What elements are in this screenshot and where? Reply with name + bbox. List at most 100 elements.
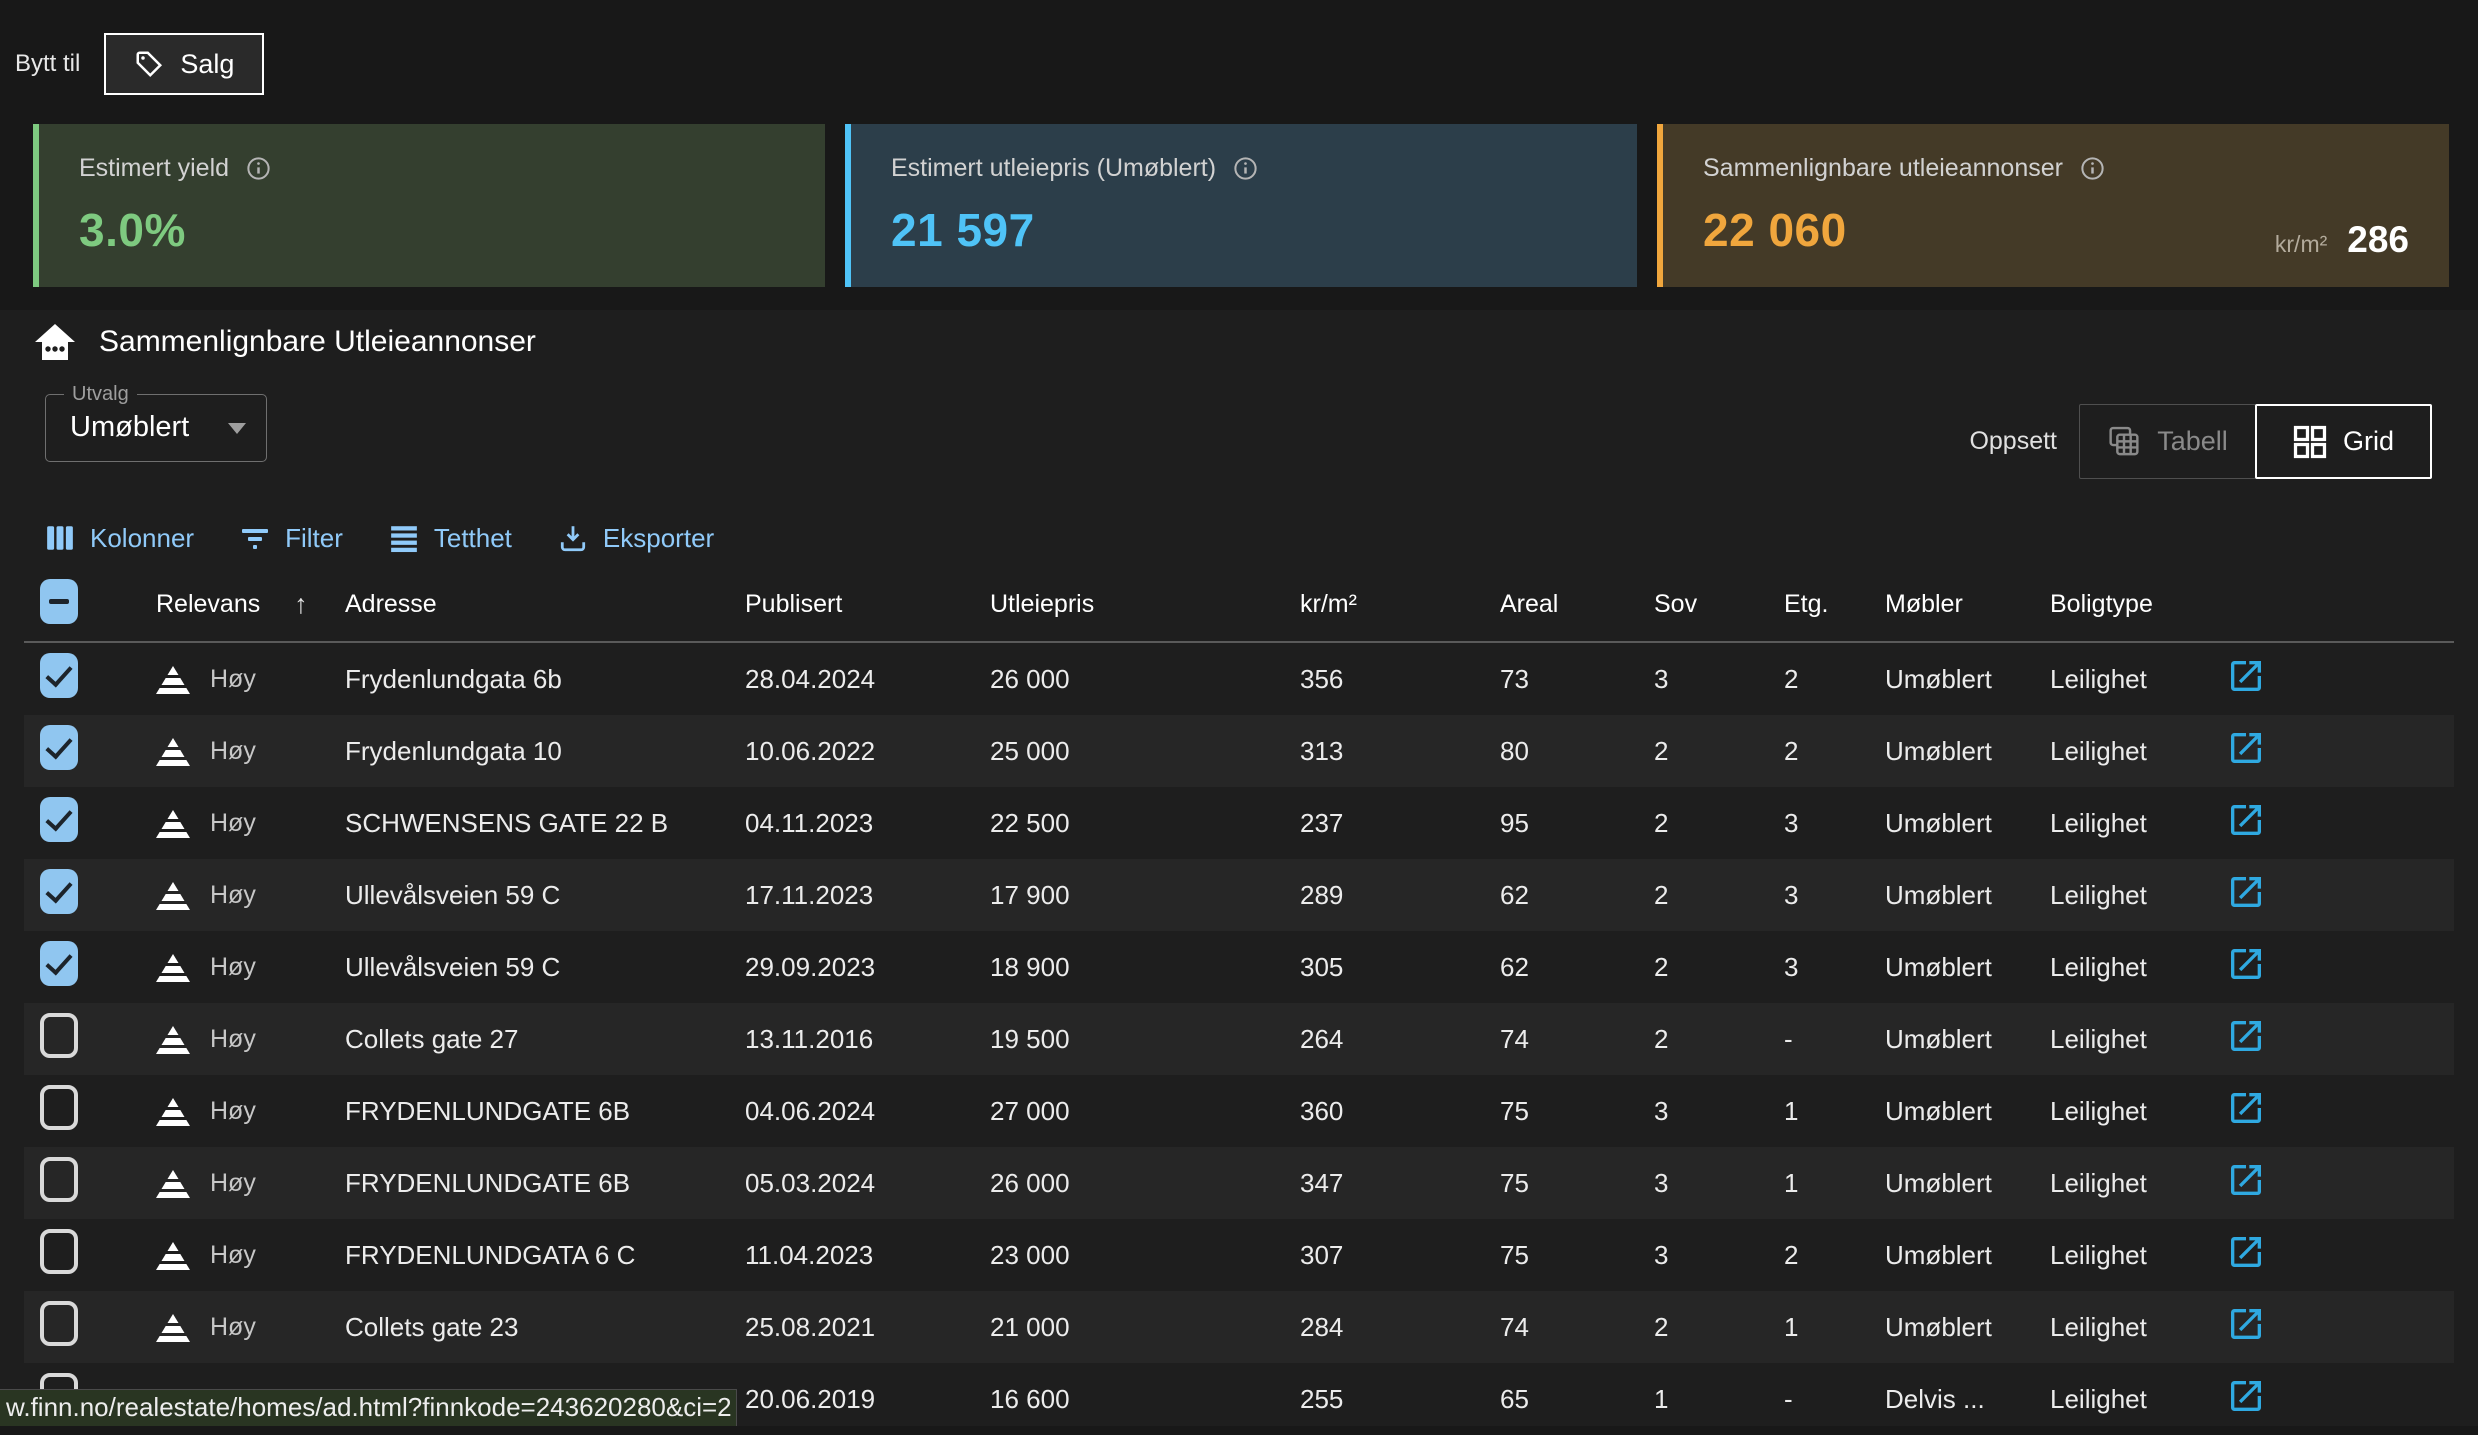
card-title: Estimert utleiepris (Umøblert) (891, 154, 1216, 183)
open-listing-icon[interactable] (2226, 944, 2266, 984)
row-checkbox[interactable] (40, 1085, 78, 1130)
cell-etg: 1 (1760, 1168, 1845, 1199)
select-all-checkbox[interactable] (40, 579, 78, 624)
open-listing-icon[interactable] (2226, 1232, 2266, 1272)
column-header-etg[interactable]: Etg. (1760, 590, 1845, 619)
table-row[interactable]: Høy FRYDENLUNDGATE 6B 05.03.2024 26 000 … (24, 1147, 2454, 1219)
cell-areal: 62 (1460, 952, 1630, 983)
kolonner-button[interactable]: Kolonner (45, 523, 194, 554)
open-listing-icon[interactable] (2226, 1304, 2266, 1344)
open-listing-icon[interactable] (2226, 1016, 2266, 1056)
cell-areal: 65 (1460, 1384, 1630, 1415)
row-checkbox[interactable] (40, 1301, 78, 1346)
column-header-krm2[interactable]: kr/m² (1240, 590, 1460, 619)
open-listing-icon[interactable] (2226, 728, 2266, 768)
table-row[interactable]: Høy SCHWENSENS GATE 22 B 04.11.2023 22 5… (24, 787, 2454, 859)
table-row[interactable]: Høy Ullevålsveien 59 C 29.09.2023 18 900… (24, 931, 2454, 1003)
table-toolbar: Kolonner Filter Tetthet Eksporter (45, 512, 714, 564)
column-header-utleiepris[interactable]: Utleiepris (950, 590, 1240, 619)
cell-boligtype: Leilighet (2010, 880, 2210, 911)
house-icon (33, 322, 77, 362)
row-checkbox[interactable] (40, 941, 78, 986)
cell-krm2: 284 (1240, 1312, 1460, 1343)
column-header-publisert[interactable]: Publisert (705, 590, 950, 619)
cell-utleiepris: 22 500 (950, 808, 1240, 839)
row-checkbox[interactable] (40, 1157, 78, 1202)
cell-areal: 74 (1460, 1312, 1630, 1343)
cell-adresse: Frydenlundgata 10 (305, 736, 705, 767)
cell-mobler: Delvis ... (1845, 1384, 2010, 1415)
utvalg-select[interactable]: Utvalg Umøblert (45, 394, 267, 462)
cell-publisert: 11.04.2023 (705, 1240, 950, 1271)
card-value: 3.0% (79, 203, 789, 257)
cell-etg: 1 (1760, 1312, 1845, 1343)
open-listing-icon[interactable] (2226, 656, 2266, 696)
density-icon (389, 523, 419, 553)
table-header-row: Relevans ↑ Adresse Publisert Utleiepris … (24, 568, 2454, 643)
cell-adresse: Collets gate 23 (305, 1312, 705, 1343)
row-checkbox[interactable] (40, 725, 78, 770)
table-row[interactable]: Høy Ullevålsveien 59 C 17.11.2023 17 900… (24, 859, 2454, 931)
cell-mobler: Umøblert (1845, 1168, 2010, 1199)
row-checkbox[interactable] (40, 653, 78, 698)
tetthet-button[interactable]: Tetthet (389, 523, 512, 554)
cell-utleiepris: 21 000 (950, 1312, 1240, 1343)
relevance-high-icon (156, 952, 190, 982)
stat-cards: Estimert yield 3.0% Estimert utleiepris … (33, 124, 2449, 287)
column-header-areal[interactable]: Areal (1460, 590, 1630, 619)
open-listing-icon[interactable] (2226, 1376, 2266, 1416)
cell-krm2: 356 (1240, 664, 1460, 695)
table-row[interactable]: Høy FRYDENLUNDGATA 6 C 11.04.2023 23 000… (24, 1219, 2454, 1291)
info-icon[interactable] (245, 155, 272, 182)
cell-mobler: Umøblert (1845, 1240, 2010, 1271)
open-listing-icon[interactable] (2226, 872, 2266, 912)
cell-utleiepris: 16 600 (950, 1384, 1240, 1415)
grid-view-button[interactable]: Grid (2255, 404, 2432, 479)
cell-etg: - (1760, 1024, 1845, 1055)
column-header-boligtype[interactable]: Boligtype (2010, 590, 2210, 619)
column-header-mobler[interactable]: Møbler (1845, 590, 2010, 619)
cell-relevans: Høy (120, 1024, 305, 1054)
table-row[interactable]: Høy Collets gate 27 13.11.2016 19 500 26… (24, 1003, 2454, 1075)
cell-areal: 62 (1460, 880, 1630, 911)
row-checkbox[interactable] (40, 797, 78, 842)
salg-button[interactable]: Salg (104, 33, 264, 95)
open-listing-icon[interactable] (2226, 1160, 2266, 1200)
cell-krm2: 255 (1240, 1384, 1460, 1415)
row-checkbox[interactable] (40, 1013, 78, 1058)
filter-button[interactable]: Filter (240, 523, 343, 554)
table-row[interactable]: Høy FRYDENLUNDGATE 6B 04.06.2024 27 000 … (24, 1075, 2454, 1147)
cell-etg: 2 (1760, 736, 1845, 767)
info-icon[interactable] (1232, 155, 1259, 182)
card-estimert-utleiepris: Estimert utleiepris (Umøblert) 21 597 (845, 124, 1637, 287)
table-row[interactable]: Høy Frydenlundgata 10 10.06.2022 25 000 … (24, 715, 2454, 787)
eksporter-button[interactable]: Eksporter (558, 523, 714, 554)
cell-etg: - (1760, 1384, 1845, 1415)
column-header-sov[interactable]: Sov (1630, 590, 1760, 619)
switch-to-label: Bytt til (15, 50, 80, 78)
info-icon[interactable] (2079, 155, 2106, 182)
download-icon (558, 523, 588, 553)
cell-publisert: 13.11.2016 (705, 1024, 950, 1055)
table-row[interactable]: Høy Frydenlundgata 6b 28.04.2024 26 000 … (24, 643, 2454, 715)
column-header-adresse[interactable]: Adresse (305, 590, 705, 619)
open-listing-icon[interactable] (2226, 800, 2266, 840)
cell-adresse: Ullevålsveien 59 C (305, 880, 705, 911)
cell-boligtype: Leilighet (2010, 1384, 2210, 1415)
top-bar: Bytt til Salg (15, 34, 264, 94)
cell-adresse: FRYDENLUNDGATA 6 C (305, 1240, 705, 1271)
cell-sov: 2 (1630, 952, 1760, 983)
row-checkbox[interactable] (40, 869, 78, 914)
cell-relevans: Høy (120, 1312, 305, 1342)
relevance-high-icon (156, 808, 190, 838)
open-listing-icon[interactable] (2226, 1088, 2266, 1128)
cell-relevans: Høy (120, 664, 305, 694)
table-row[interactable]: Høy Collets gate 23 25.08.2021 21 000 28… (24, 1291, 2454, 1363)
card-title: Estimert yield (79, 154, 229, 183)
row-checkbox[interactable] (40, 1229, 78, 1274)
tabell-view-button[interactable]: Tabell (2079, 404, 2256, 479)
cell-sov: 3 (1630, 1168, 1760, 1199)
cell-adresse: FRYDENLUNDGATE 6B (305, 1168, 705, 1199)
column-header-relevans[interactable]: Relevans ↑ (120, 589, 305, 620)
cell-relevans: Høy (120, 736, 305, 766)
